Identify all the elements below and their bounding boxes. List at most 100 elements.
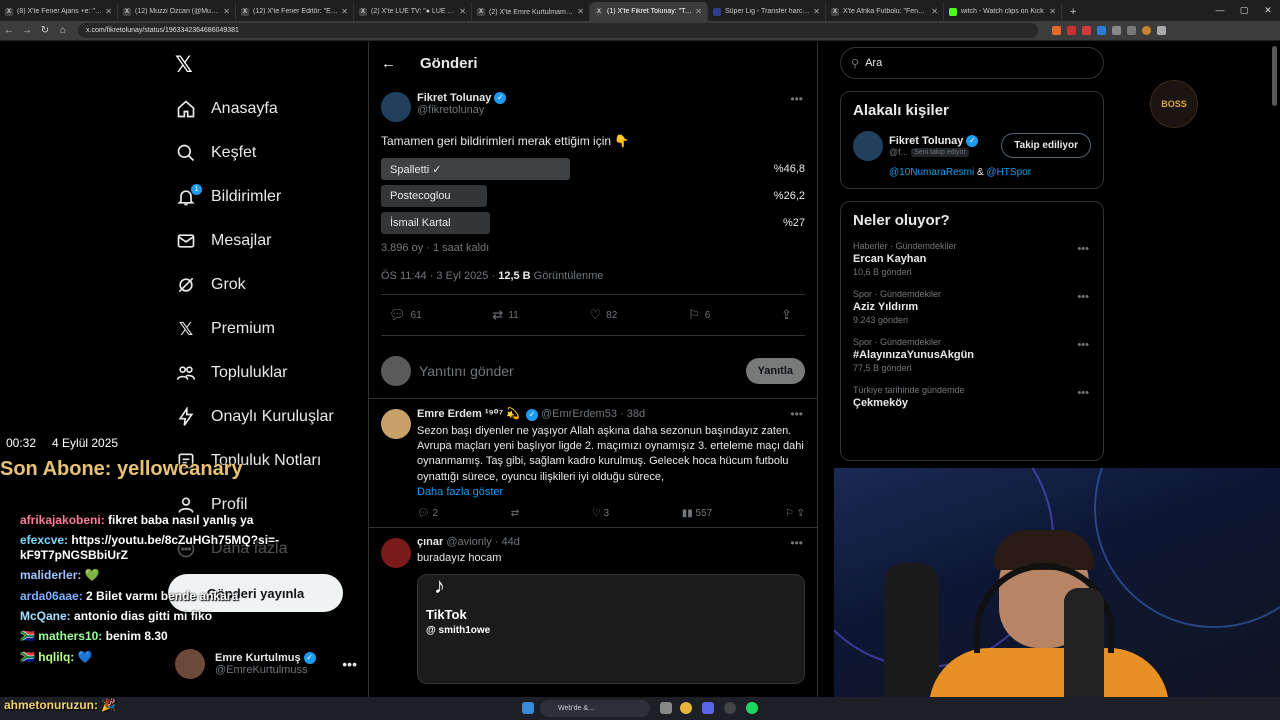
avatar[interactable] [381,92,411,122]
reply-action[interactable]: 💬︎ 2 [417,508,438,519]
url-field[interactable]: x.com/fikretolunay/status/19633423646860… [78,23,1038,38]
taskview-icon[interactable] [660,702,672,714]
browser-tab[interactable]: X(2) X'te LÜE TV: "● LÜE TV ÖZ✕ [354,2,472,21]
sidebar-item-communities[interactable]: Topluluklar [175,358,287,388]
minimize-icon[interactable]: — [1208,0,1232,21]
author-name[interactable]: Emre Erdem ¹⁹⁰⁷ 💫 [417,408,520,420]
browser-tab[interactable]: X(12) Muzzi Ozcan (@Muzzioza✕ [118,2,236,21]
close-icon[interactable]: ✕ [695,7,702,16]
back-arrow-icon[interactable]: ← [381,55,396,72]
trend-item[interactable]: Haberler · Gündemdekiler Ercan Kayhan 10… [853,241,1091,277]
chrome-icon[interactable] [680,702,692,714]
discord-icon[interactable] [702,702,714,714]
like-action[interactable]: ♡ 82 [590,307,618,323]
author-handle[interactable]: @EmrErdem53 · 38d [541,408,645,420]
more-dots-icon[interactable]: ••• [1077,291,1089,303]
obs-icon[interactable] [724,702,736,714]
trend-item[interactable]: Spor · Gündemdekiler #AlayınızaYunusAkgü… [853,337,1091,373]
reply-input[interactable]: Yanıtını gönder [419,363,746,379]
browser-tab[interactable]: X X'te Afrika Futbolu: "Fenerbah ✕ [826,2,944,21]
sidebar-item-verified-orgs[interactable]: Onaylı Kuruluşlar [175,402,334,432]
more-dots-icon[interactable]: ••• [1077,339,1089,351]
extension-icon[interactable] [1052,26,1061,35]
mention-link[interactable]: @10NumaraResmi [889,167,974,178]
avatar[interactable] [853,131,883,161]
back-icon[interactable]: ← [0,25,18,36]
bookmark-action[interactable]: ⚐ 6 [688,307,710,323]
maximize-icon[interactable]: ▢ [1232,0,1256,21]
views-action[interactable]: ▮▮ 557 [682,508,712,519]
sidebar-item-messages[interactable]: Mesajlar [175,226,271,256]
author-handle[interactable]: @avionly · 44d [446,536,520,548]
reply-post[interactable]: ••• çınar @avionly · 44d buradayız hocam… [369,528,817,692]
more-dots-icon[interactable]: ••• [790,92,803,106]
close-icon[interactable]: ✕ [577,7,584,16]
close-icon[interactable]: ✕ [459,7,466,16]
close-icon[interactable]: ✕ [931,7,938,16]
post-time-text[interactable]: ÖS 11:44 · 3 Eyl 2025 · [381,270,498,282]
close-icon[interactable]: ✕ [223,7,230,16]
browser-tab[interactable]: X(12) X'te Fener Editör: "Erdem A✕ [236,2,354,21]
avatar[interactable] [381,537,411,568]
x-logo-icon[interactable]: 𝕏 [175,52,193,78]
trend-item[interactable]: Spor · Gündemdekiler Aziz Yıldırım 9.243… [853,289,1091,325]
browser-tab[interactable]: X(2) X'te Emre Kurtulmamış: "🔺✕ [472,2,590,21]
home-icon[interactable]: ⌂ [54,25,72,36]
trend-item[interactable]: Türkiye tarihinde gündemde Çekmeköy ••• [853,385,1091,409]
more-dots-icon[interactable]: ••• [1077,387,1089,399]
search-input[interactable]: ⚲ Ara [840,47,1104,79]
author-handle[interactable]: @fikretolunay [417,104,506,116]
repost-action[interactable]: ⇄ [511,508,519,519]
sidebar-item-explore[interactable]: Keşfet [175,138,256,168]
extension-icon[interactable] [1082,26,1091,35]
show-more-link[interactable]: Daha fazla göster [417,486,805,498]
reload-icon[interactable]: ↻ [36,25,54,36]
mention-link[interactable]: @HTSpor [986,167,1031,178]
share-icon[interactable]: ⇪ [797,508,805,519]
bookmark-action[interactable]: ⚐ ⇪ [785,508,805,519]
extension-icon[interactable] [1067,26,1076,35]
browser-tab[interactable]: witch - Watch clips on Kick ✕ [944,2,1062,21]
new-tab-button[interactable]: + [1062,2,1084,21]
more-dots-icon[interactable]: ••• [1077,243,1089,255]
like-action[interactable]: ♡ 3 [592,508,609,519]
browser-tab[interactable]: X(8) X'te Fener Ajans +e: "SON D✕ [0,2,118,21]
close-icon[interactable]: ✕ [813,7,820,16]
sidebar-item-premium[interactable]: 𝕏 Premium [175,314,275,344]
sidebar-item-notifications[interactable]: 1 Bildirimler [175,182,281,212]
related-person[interactable]: Fikret Tolunay ✓ @f... Seni takip ediyor T… [853,131,1091,161]
avatar[interactable] [381,409,411,439]
extension-icon[interactable] [1097,26,1106,35]
author-name[interactable]: çınar [417,536,443,548]
sidebar-item-grok[interactable]: Grok [175,270,246,300]
browser-tab[interactable]: Süper Lig - Transfer harcamala✕ [708,2,826,21]
forward-icon[interactable]: → [18,25,36,36]
repost-action[interactable]: ⇄ 11 [492,307,518,323]
close-icon[interactable]: ✕ [341,7,348,16]
more-dots-icon[interactable]: ••• [342,656,357,672]
more-dots-icon[interactable]: ••• [790,407,803,421]
share-action[interactable]: ⇪ [781,307,797,323]
scrollbar[interactable] [1272,46,1277,106]
following-button[interactable]: Takip ediliyor [1001,133,1091,158]
url-text: x.com/fikretolunay/status/19633423646860… [86,27,239,34]
sidebar-item-home[interactable]: Anasayfa [175,94,278,124]
search-placeholder: Ara [865,57,883,69]
author-name[interactable]: Fikret Tolunay [417,92,491,104]
menu-icon[interactable] [1157,26,1166,35]
close-icon[interactable]: ✕ [1049,7,1056,16]
close-window-icon[interactable]: ✕ [1256,0,1280,21]
spotify-icon[interactable] [746,702,758,714]
close-icon[interactable]: ✕ [105,7,112,16]
video-embed[interactable]: ♪ TikTok @ smith1owe [417,573,805,684]
taskbar-search[interactable]: Web'de &... [540,700,650,717]
reply-action[interactable]: 💬︎ 61 [389,307,422,323]
browser-tab-active[interactable]: X(1) X'te Fikret Tolunay: "Taman✕ [590,2,708,21]
puzzle-icon[interactable] [1127,26,1136,35]
start-icon[interactable] [522,702,534,714]
profile-avatar-icon[interactable] [1142,26,1151,35]
more-dots-icon[interactable]: ••• [790,536,803,550]
reply-button[interactable]: Yanıtla [745,358,805,384]
reply-post[interactable]: ••• Emre Erdem ¹⁹⁰⁷ 💫 ✓ @EmrErdem53 · 38… [369,399,817,528]
extension-icon[interactable] [1112,26,1121,35]
